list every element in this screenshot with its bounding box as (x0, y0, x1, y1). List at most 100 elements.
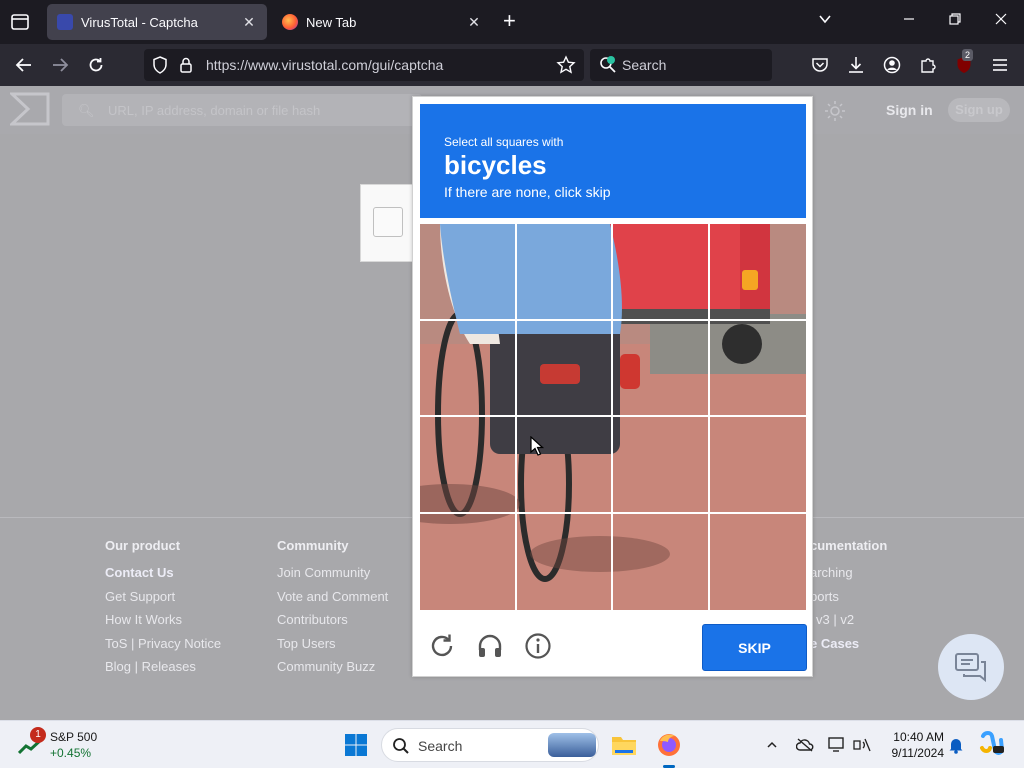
restore-icon[interactable] (948, 12, 962, 30)
taskbar-search-box[interactable]: Search (381, 728, 599, 762)
tab-new-tab[interactable]: New Tab ✕ (272, 4, 492, 40)
stock-badge: 1 (30, 727, 46, 743)
firefox-favicon-icon (282, 14, 298, 30)
firefox-taskbar-icon[interactable] (653, 729, 685, 761)
search-icon (393, 738, 409, 754)
captcha-target-word: bicycles (444, 150, 547, 180)
search-placeholder: Search (622, 57, 667, 73)
tab-overflow-chevron-icon[interactable] (818, 12, 832, 30)
stock-name: S&P 500 (50, 730, 98, 744)
notification-bell-icon[interactable] (946, 735, 966, 755)
clock-time: 10:40 AM (893, 730, 944, 744)
back-arrow-icon[interactable] (12, 53, 36, 77)
url-bar[interactable]: https://www.virustotal.com/gui/captcha (144, 49, 584, 81)
search-icon: 🔍︎ (78, 103, 95, 118)
captcha-tile[interactable] (709, 224, 806, 321)
copilot-icon[interactable] (978, 729, 1006, 757)
captcha-prompt-header: Select all squares with bicycles If ther… (420, 104, 806, 218)
extension-badge: 2 (962, 49, 974, 61)
captcha-tile[interactable] (420, 224, 517, 321)
captcha-tile[interactable] (420, 320, 517, 417)
footer-link[interactable]: How It Works (105, 612, 221, 636)
tracking-protection-shield-icon[interactable] (150, 55, 170, 75)
close-tab-icon[interactable]: ✕ (466, 14, 482, 31)
downloads-icon[interactable] (844, 53, 868, 77)
stock-change: +0.45% (50, 746, 92, 760)
captcha-tile[interactable] (613, 320, 710, 417)
footer-link[interactable]: e Cases (810, 636, 887, 660)
search-engine-icon (598, 55, 618, 80)
pocket-icon[interactable] (808, 53, 832, 77)
ublock-extension-icon[interactable]: 2 (952, 49, 976, 77)
sign-up-button[interactable]: Sign up (948, 98, 1010, 122)
stock-widget[interactable]: 1 S&P 500 +0.45% (16, 727, 116, 763)
virustotal-logo-icon[interactable] (8, 92, 50, 126)
footer-link[interactable]: arching (810, 565, 887, 589)
browser-search-bar[interactable]: Search (590, 49, 772, 81)
footer-link[interactable]: Blog | Releases (105, 659, 221, 683)
captcha-tile[interactable] (516, 417, 613, 514)
refresh-challenge-icon[interactable] (427, 631, 457, 661)
captcha-tile[interactable] (420, 417, 517, 514)
captcha-tile[interactable] (613, 417, 710, 514)
footer-link[interactable]: ports (810, 589, 887, 613)
cloud-offline-icon[interactable] (795, 735, 815, 755)
footer-link[interactable]: ToS | Privacy Notice (105, 636, 221, 660)
theme-sun-icon[interactable] (824, 100, 846, 122)
captcha-tile[interactable] (710, 514, 807, 611)
browser-tab-bar: VirusTotal - Captcha ✕ New Tab ✕ + (0, 0, 1024, 44)
new-tab-plus-icon[interactable]: + (503, 10, 516, 32)
captcha-tile[interactable] (613, 513, 710, 610)
close-window-icon[interactable] (994, 12, 1008, 30)
network-sound-icon[interactable] (852, 735, 872, 755)
footer-link[interactable]: Get Support (105, 589, 221, 613)
extensions-puzzle-icon[interactable] (916, 53, 940, 77)
list-all-tabs-icon[interactable] (8, 10, 32, 34)
windows-taskbar: 1 S&P 500 +0.45% Search 10:40 AM 9/11/20… (0, 720, 1024, 768)
captcha-tile[interactable] (420, 513, 517, 610)
hcaptcha-widget (360, 184, 418, 262)
footer-column-product: Our product Contact Us Get Support How I… (105, 538, 221, 683)
minimize-icon[interactable] (902, 12, 916, 30)
footer-heading: Our product (105, 538, 181, 553)
footer-link[interactable]: Community Buzz (277, 659, 388, 683)
reload-icon[interactable] (84, 53, 108, 77)
show-hidden-icons-chevron-icon[interactable] (762, 735, 782, 755)
display-icon[interactable] (827, 735, 847, 755)
chat-support-button[interactable] (938, 634, 1004, 700)
captcha-tile[interactable] (516, 224, 613, 321)
captcha-footer: SKIP (413, 618, 812, 676)
url-text[interactable]: https://www.virustotal.com/gui/captcha (206, 57, 443, 73)
forward-arrow-icon[interactable] (48, 53, 72, 77)
bookmark-star-icon[interactable] (556, 55, 576, 75)
padlock-icon[interactable] (176, 55, 196, 75)
close-tab-icon[interactable]: ✕ (241, 14, 257, 31)
captcha-instruction-line: Select all squares with (444, 135, 564, 149)
captcha-tile[interactable] (517, 513, 613, 610)
skip-button[interactable]: SKIP (702, 624, 807, 671)
footer-link[interactable]: Join Community (277, 565, 388, 589)
captcha-tile[interactable] (613, 224, 710, 321)
file-explorer-icon[interactable] (608, 729, 640, 761)
hamburger-menu-icon[interactable] (988, 53, 1012, 77)
account-icon[interactable] (880, 53, 904, 77)
tab-virustotal-captcha[interactable]: VirusTotal - Captcha ✕ (47, 4, 267, 40)
captcha-tile[interactable] (709, 321, 806, 417)
audio-challenge-headphones-icon[interactable] (475, 631, 505, 661)
sign-in-link[interactable]: Sign in (886, 102, 933, 118)
footer-link[interactable]: Contributors (277, 612, 388, 636)
taskbar-clock[interactable]: 10:40 AM 9/11/2024 (876, 729, 945, 761)
vt-search-placeholder: URL, IP address, domain or file hash (108, 103, 321, 118)
footer-link[interactable]: v3 | v2 (816, 612, 887, 636)
footer-link[interactable]: Top Users (277, 636, 388, 660)
vt-search-input[interactable]: 🔍︎ URL, IP address, domain or file hash (62, 94, 422, 126)
info-icon[interactable] (523, 631, 553, 661)
hcaptcha-checkbox[interactable] (373, 207, 403, 237)
captcha-tile[interactable] (516, 320, 613, 417)
taskbar-search-placeholder: Search (418, 738, 463, 754)
browser-nav-bar: https://www.virustotal.com/gui/captcha S… (0, 44, 1024, 86)
footer-link[interactable]: Contact Us (105, 565, 221, 589)
windows-start-icon[interactable] (340, 729, 372, 761)
captcha-tile[interactable] (709, 417, 806, 514)
footer-link[interactable]: Vote and Comment (277, 589, 388, 613)
